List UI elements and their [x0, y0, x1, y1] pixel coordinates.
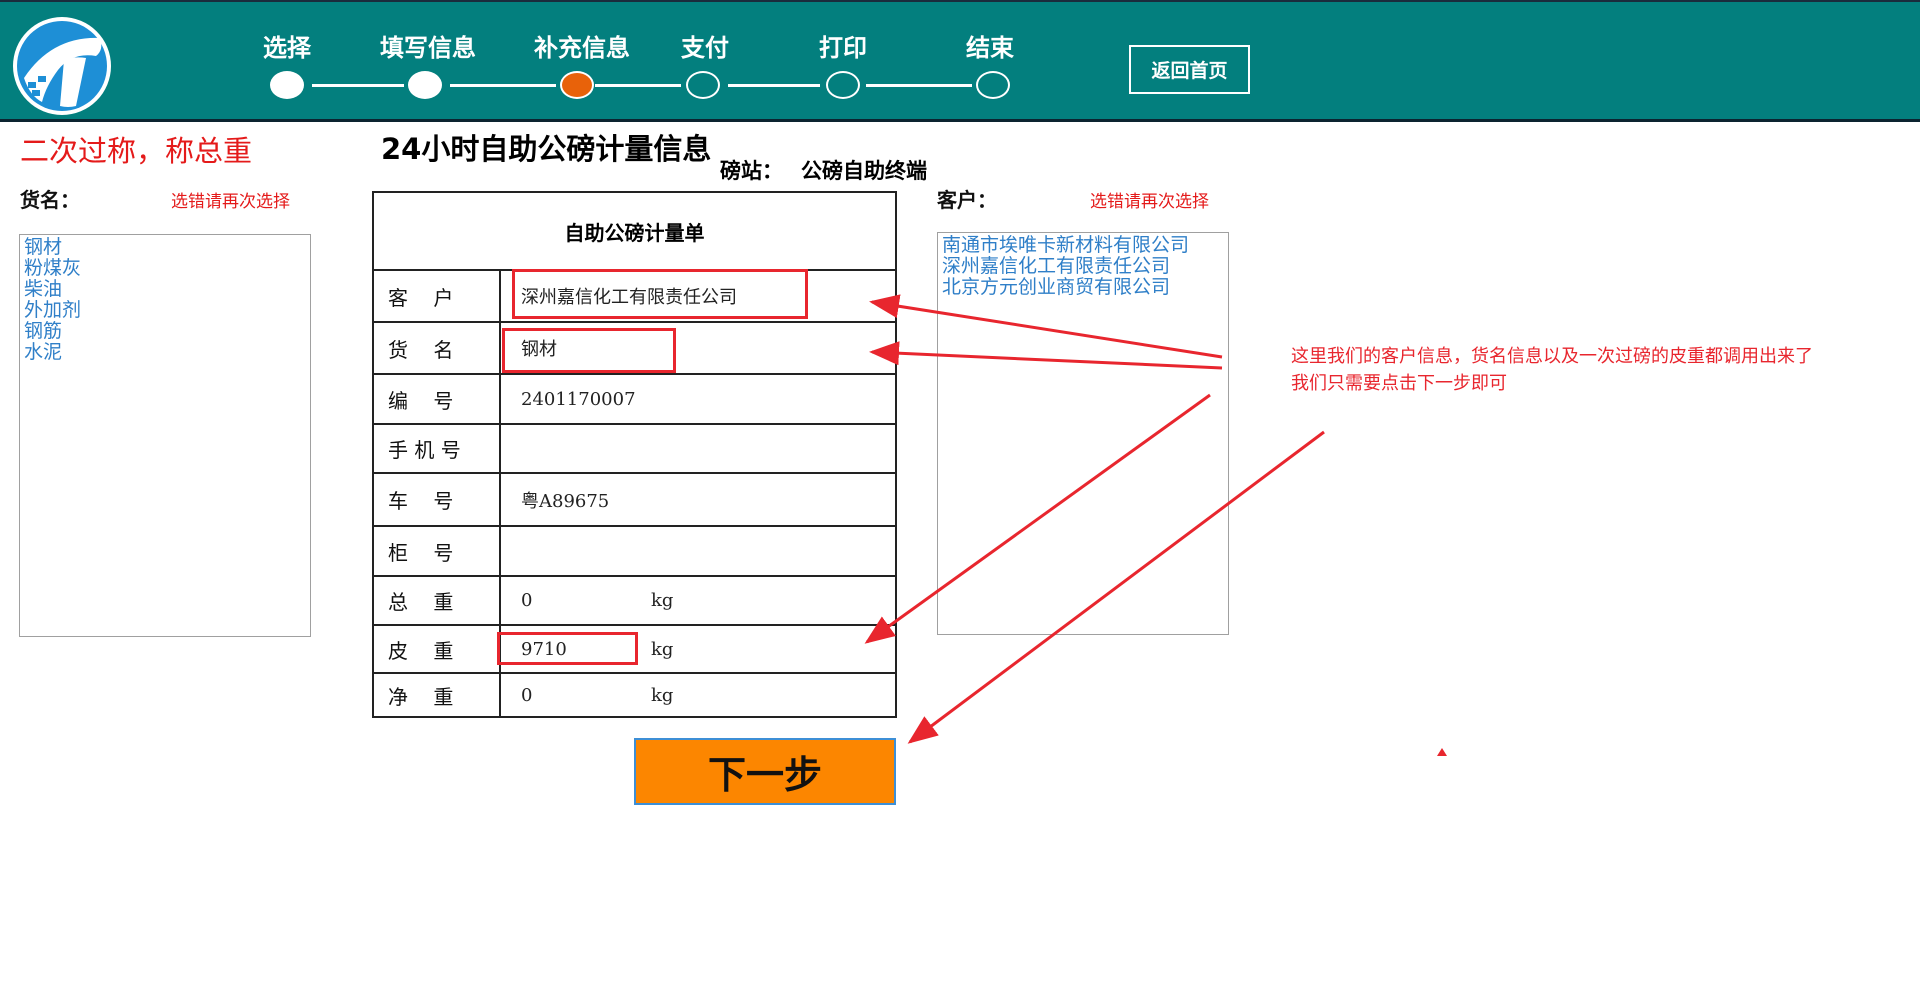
customer-option[interactable]: 北京方元创业商贸有限公司 — [942, 277, 1224, 298]
small-marker-icon — [1437, 748, 1447, 756]
form-row-cabinet: 柜 号 — [374, 527, 895, 577]
goods-option[interactable]: 外加剂 — [24, 300, 306, 321]
goods-option[interactable]: 水泥 — [24, 342, 306, 363]
step-connector — [450, 84, 556, 87]
page-title: 24小时自助公磅计量信息 — [381, 132, 712, 166]
step-connector — [595, 84, 681, 87]
customer-reselect-hint: 选错请再次选择 — [1090, 192, 1209, 212]
plate-value: 粤A89675 — [521, 490, 610, 512]
station-label: 磅站： — [720, 159, 783, 183]
annotation-line: 我们只需要点击下一步即可 — [1291, 373, 1507, 394]
customer-option[interactable]: 深州嘉信化工有限责任公司 — [942, 256, 1224, 277]
customer-text: 深州嘉信化工有限责任公司 — [521, 287, 737, 308]
step-dot-pending — [976, 71, 1010, 99]
goods-text: 钢材 — [521, 339, 557, 360]
phone-value — [501, 425, 895, 472]
back-home-button[interactable]: 返回首页 — [1129, 45, 1250, 94]
gross-value: 0 kg — [501, 577, 895, 624]
form-row-gross: 总 重 0 kg — [374, 577, 895, 626]
row-label: 客 户 — [374, 271, 501, 321]
form-title: 自助公磅计量单 — [374, 193, 895, 271]
row-label: 柜 号 — [374, 527, 501, 575]
step-dot-pending — [686, 71, 720, 99]
form-row-plate: 车 号 粤A89675 — [374, 474, 895, 527]
weighing-instruction: 二次过称，称总重 — [20, 134, 253, 168]
goods-label: 货名： — [20, 188, 80, 212]
tare-number: 9710 — [521, 638, 567, 660]
row-label: 净 重 — [374, 674, 501, 717]
goods-option[interactable]: 粉煤灰 — [24, 258, 306, 279]
row-label: 车 号 — [374, 474, 501, 525]
serial-value: 2401170007 — [521, 388, 636, 410]
form-row-net: 净 重 0 kg — [374, 674, 895, 717]
goods-option[interactable]: 柴油 — [24, 279, 306, 300]
goods-listbox[interactable]: 钢材 粉煤灰 柴油 外加剂 钢筋 水泥 — [19, 234, 311, 637]
weighing-form: 自助公磅计量单 客 户 深州嘉信化工有限责任公司 货 名 钢材 编 号 2401… — [372, 191, 897, 718]
customer-listbox[interactable]: 南通市埃唯卡新材料有限公司 深州嘉信化工有限责任公司 北京方元创业商贸有限公司 — [937, 232, 1229, 635]
step-label-fill-info: 填写信息 — [380, 34, 476, 62]
step-label-select: 选择 — [263, 34, 311, 62]
goods-reselect-hint: 选错请再次选择 — [171, 192, 290, 212]
gross-number: 0 — [521, 590, 533, 611]
tare-value: 9710 kg — [501, 626, 895, 672]
goods-option[interactable]: 钢筋 — [24, 321, 306, 342]
step-label-supplement-info: 补充信息 — [534, 34, 630, 62]
form-row-customer: 客 户 深州嘉信化工有限责任公司 — [374, 271, 895, 323]
customer-label: 客户： — [937, 188, 997, 212]
net-value: 0 kg — [501, 674, 895, 717]
customer-value: 深州嘉信化工有限责任公司 — [501, 271, 895, 321]
net-number: 0 — [521, 685, 533, 706]
row-label: 皮 重 — [374, 626, 501, 672]
customer-option[interactable]: 南通市埃唯卡新材料有限公司 — [942, 235, 1224, 256]
form-row-serial: 编 号 2401170007 — [374, 375, 895, 425]
step-label-print: 打印 — [819, 34, 867, 62]
annotation-line: 这里我们的客户信息，货名信息以及一次过磅的皮重都调用出来了 — [1291, 346, 1813, 367]
form-row-tare: 皮 重 9710 kg — [374, 626, 895, 674]
row-label: 货 名 — [374, 323, 501, 373]
unit-label: kg — [651, 638, 674, 660]
road-logo-icon — [13, 17, 111, 115]
row-label: 总 重 — [374, 577, 501, 624]
annotation-note: 这里我们的客户信息，货名信息以及一次过磅的皮重都调用出来了 我们只需要点击下一步… — [1291, 343, 1813, 397]
form-row-phone: 手 机 号 — [374, 425, 895, 474]
step-dot-pending — [826, 71, 860, 99]
step-dot-done — [270, 71, 304, 99]
station-value: 公磅自助终端 — [801, 159, 927, 183]
step-connector — [866, 84, 972, 87]
goods-value: 钢材 — [501, 323, 895, 373]
step-label-pay: 支付 — [681, 34, 729, 62]
top-bar: 选择 填写信息 补充信息 支付 打印 结束 返回首页 — [0, 0, 1920, 122]
step-connector — [728, 84, 820, 87]
form-row-goods: 货 名 钢材 — [374, 323, 895, 375]
step-dot-active — [560, 71, 594, 99]
row-label: 编 号 — [374, 375, 501, 423]
row-label: 手 机 号 — [374, 425, 501, 472]
unit-label: kg — [651, 685, 674, 706]
step-connector — [312, 84, 404, 87]
station-info: 磅站： 公磅自助终端 — [720, 155, 927, 185]
unit-label: kg — [651, 590, 674, 611]
goods-option[interactable]: 钢材 — [24, 237, 306, 258]
step-dot-done — [408, 71, 442, 99]
cabinet-value — [501, 527, 895, 575]
next-step-button[interactable]: 下一步 — [634, 738, 896, 805]
step-label-finish: 结束 — [966, 34, 1014, 62]
